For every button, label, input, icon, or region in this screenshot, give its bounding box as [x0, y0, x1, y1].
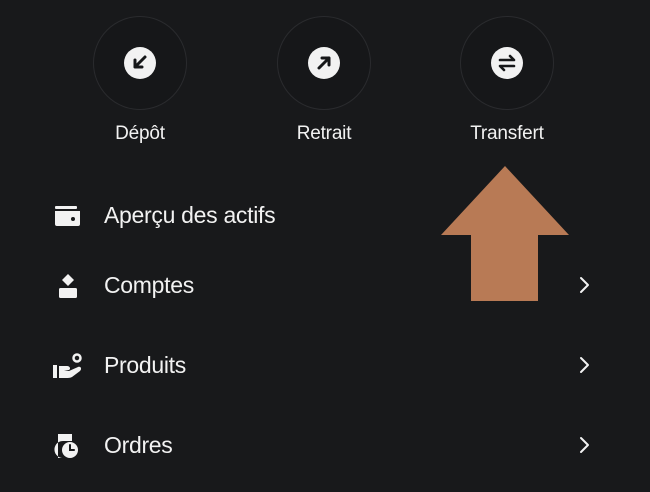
deposit-label: Dépôt — [115, 123, 165, 144]
products-icon — [53, 353, 82, 378]
menu-item-orders[interactable]: Ordres — [0, 420, 650, 470]
orders-icon — [54, 434, 78, 458]
withdraw-button[interactable] — [277, 16, 371, 110]
menu-label: Ordres — [104, 432, 173, 458]
menu-label: Aperçu des actifs — [104, 202, 276, 228]
up-arrow-icon — [441, 166, 569, 301]
transfer-button[interactable] — [460, 16, 554, 110]
wallet-icon — [55, 206, 80, 226]
accounts-icon — [59, 274, 77, 298]
deposit-action[interactable]: Dépôt — [80, 16, 200, 145]
withdraw-action[interactable]: Retrait — [264, 16, 384, 145]
deposit-icon — [124, 47, 156, 79]
transfer-action[interactable]: Transfert — [447, 16, 567, 145]
menu-label: Produits — [104, 352, 186, 378]
menu-label: Comptes — [104, 272, 194, 298]
menu-item-products[interactable]: Produits — [0, 340, 650, 390]
chevron-right-icon — [580, 437, 589, 453]
transfer-label: Transfert — [470, 123, 544, 144]
chevron-right-icon — [580, 277, 589, 293]
transfer-icon — [491, 47, 523, 79]
withdraw-icon — [308, 47, 340, 79]
chevron-right-icon — [580, 357, 589, 373]
deposit-button[interactable] — [93, 16, 187, 110]
withdraw-label: Retrait — [296, 123, 352, 144]
